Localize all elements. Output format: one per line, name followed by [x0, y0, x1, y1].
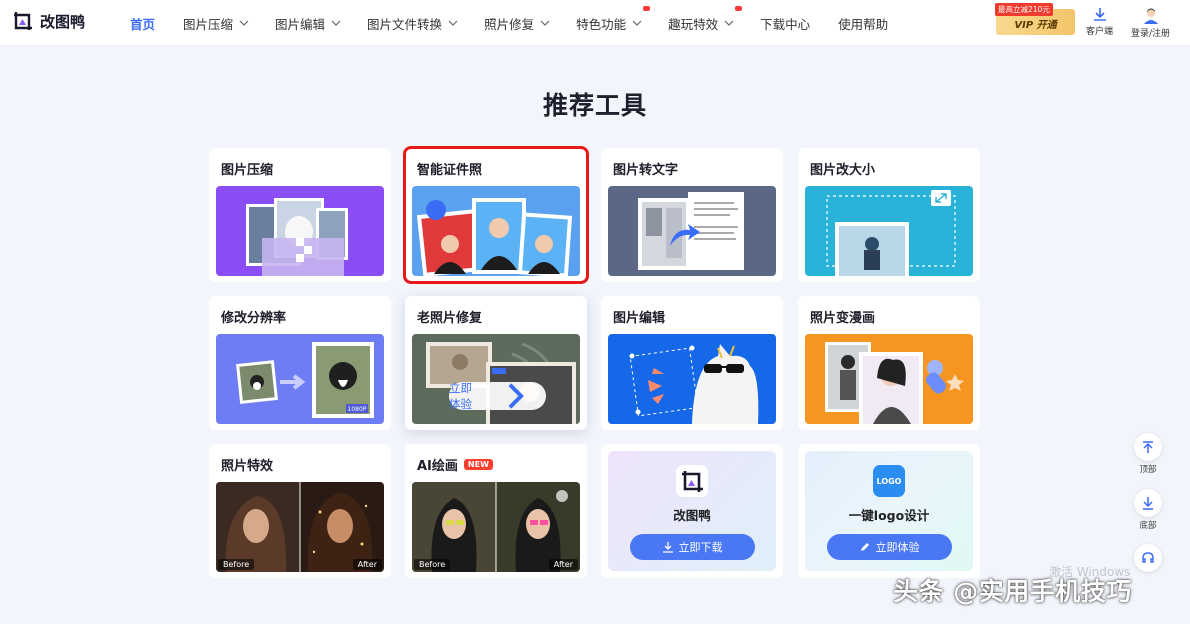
back-to-top-button[interactable]: 顶部 — [1133, 433, 1163, 475]
tool-card-id-photo[interactable]: 智能证件照 — [403, 146, 589, 284]
card-title: 图片压缩 — [221, 163, 274, 178]
chevron-down-icon — [724, 20, 734, 26]
chevron-down-icon — [331, 20, 341, 26]
compress-thumbnail — [216, 186, 384, 276]
go-to-bottom-button[interactable]: 底部 — [1133, 489, 1163, 531]
menu-item-home[interactable]: 首页 — [130, 14, 155, 33]
after-label: After — [352, 559, 382, 570]
card-title: 图片转文字 — [613, 163, 679, 178]
card-title: 修改分辨率 — [221, 311, 287, 326]
try-now-button[interactable]: 立即体验 — [449, 381, 546, 411]
app-card-logo-design[interactable]: LOGO 一键logo设计 立即体验 — [798, 444, 980, 578]
app-card-panel: LOGO 一键logo设计 立即体验 — [805, 451, 973, 571]
menu-item-download[interactable]: 下载中心 — [760, 14, 810, 33]
vip-label: VIP 开通 — [1014, 20, 1057, 31]
ai-paint-thumbnail: Before After — [412, 482, 580, 572]
chevron-down-icon — [632, 20, 642, 26]
tool-card-cartoon[interactable]: 照片变漫画 — [798, 296, 980, 430]
tool-card-resize[interactable]: 图片改大小 — [798, 148, 980, 282]
before-label: Before — [414, 559, 451, 570]
tool-card-ocr[interactable]: 图片转文字 — [601, 148, 783, 282]
arrow-up-icon — [1143, 441, 1153, 453]
card-title: AI绘画 NEW — [417, 455, 493, 474]
menu-item-convert[interactable]: 图片文件转换 — [367, 14, 458, 33]
chevron-right-icon — [508, 383, 524, 409]
card-title: 图片改大小 — [810, 163, 876, 178]
tool-card-ai-paint[interactable]: AI绘画 NEW Before After — [405, 444, 587, 578]
logo-design-icon: LOGO — [873, 465, 905, 497]
cartoon-thumbnail — [805, 334, 973, 424]
client-download-button[interactable]: 客户端 — [1086, 6, 1113, 37]
tool-card-resolution[interactable]: 修改分辨率 1080P — [209, 296, 391, 430]
brand-logo[interactable]: 改图鸭 — [12, 10, 85, 32]
rail-circle — [1134, 544, 1162, 572]
arrow-down-icon — [1143, 497, 1153, 510]
menu-item-compress[interactable]: 图片压缩 — [183, 14, 249, 33]
tool-card-restore[interactable]: 老照片修复 立即体验 — [405, 296, 587, 430]
after-label: After — [548, 559, 578, 570]
try-now-button[interactable]: 立即体验 — [826, 534, 952, 560]
top-label: 顶部 — [1139, 465, 1157, 475]
id-photo-thumbnail — [412, 186, 580, 276]
menu-item-features[interactable]: 特色功能 — [576, 5, 651, 33]
login-label: 登录/注册 — [1131, 29, 1171, 39]
app-card-desktop[interactable]: 改图鸭 立即下载 — [601, 444, 783, 578]
tool-card-edit[interactable]: 图片编辑 — [601, 296, 783, 430]
top-nav: 改图鸭 首页 图片压缩 图片编辑 图片文件转换 照片修复 特色功能 趣玩特效 下… — [0, 0, 1190, 46]
menu-item-repair[interactable]: 照片修复 — [484, 14, 550, 33]
ocr-thumbnail — [608, 186, 776, 276]
card-title: 智能证件照 — [417, 163, 483, 178]
main-menu: 首页 图片压缩 图片编辑 图片文件转换 照片修复 特色功能 趣玩特效 下载中心 … — [130, 0, 888, 46]
page-title: 推荐工具 — [542, 91, 647, 120]
effects-thumbnail: Before After — [216, 482, 384, 572]
headset-icon — [1142, 552, 1154, 563]
login-button[interactable]: 登录/注册 — [1131, 6, 1170, 39]
chevron-down-icon — [239, 20, 249, 26]
duck-logo-icon — [14, 12, 32, 30]
rail-circle — [1134, 489, 1162, 517]
edit-thumbnail — [608, 334, 776, 424]
before-label: Before — [218, 559, 255, 570]
client-label: 客户端 — [1086, 27, 1114, 37]
app-card-panel: 改图鸭 立即下载 — [608, 451, 776, 571]
restore-thumbnail: 立即体验 — [412, 334, 580, 424]
chevron-down-icon — [448, 20, 458, 26]
avatar-icon — [1143, 8, 1158, 24]
tool-card-effects[interactable]: 照片特效 Before After — [209, 444, 391, 578]
card-title: 照片特效 — [221, 459, 274, 474]
duck-logo-icon — [676, 465, 708, 497]
brand-name: 改图鸭 — [40, 12, 86, 31]
logo-design-icon-text: LOGO — [877, 477, 902, 486]
bottom-label: 底部 — [1139, 521, 1157, 531]
toutiao-watermark: 头条 @实用手机技巧 — [893, 577, 1132, 606]
resize-thumbnail — [805, 186, 973, 276]
hot-badge — [643, 5, 651, 11]
rail-circle — [1134, 433, 1162, 461]
card-title: 老照片修复 — [417, 311, 483, 326]
resolution-tag: 1080P — [348, 406, 367, 413]
pen-icon — [860, 543, 869, 551]
app-name: 一键logo设计 — [848, 508, 930, 523]
chevron-down-icon — [540, 20, 550, 26]
tool-card-compress[interactable]: 图片压缩 — [209, 148, 391, 282]
vip-button[interactable]: 最高立减210元 VIP 开通 — [995, 3, 1075, 35]
customer-service-button[interactable] — [1133, 544, 1163, 574]
resolution-thumbnail: 1080P — [216, 334, 384, 424]
hot-badge — [735, 5, 743, 11]
download-now-button[interactable]: 立即下载 — [629, 534, 755, 560]
menu-item-fun[interactable]: 趣玩特效 — [668, 5, 743, 33]
card-title: 图片编辑 — [613, 311, 666, 326]
download-icon — [662, 542, 673, 553]
new-badge: NEW — [463, 459, 493, 470]
card-title: 照片变漫画 — [810, 311, 876, 326]
vip-promo-badge: 最高立减210元 — [995, 3, 1053, 16]
app-name: 改图鸭 — [673, 508, 711, 523]
menu-item-edit[interactable]: 图片编辑 — [275, 14, 341, 33]
download-icon — [1093, 8, 1106, 21]
menu-item-help[interactable]: 使用帮助 — [838, 14, 888, 33]
